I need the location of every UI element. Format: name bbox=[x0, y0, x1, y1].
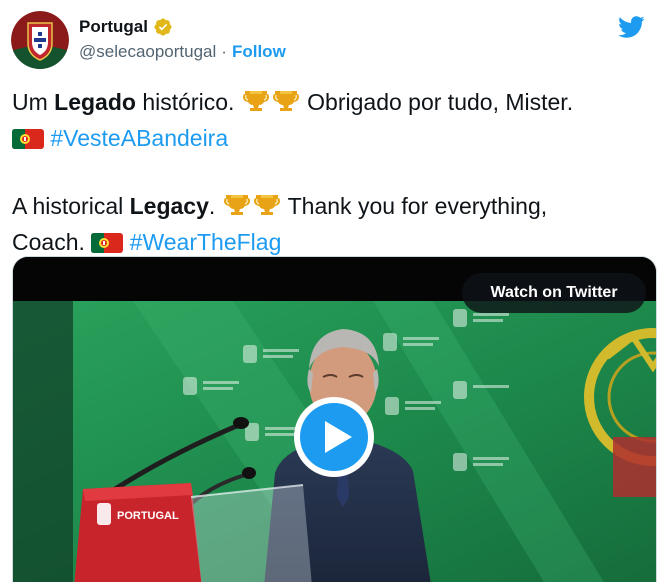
tweet-text-segment: Thank you for everything, bbox=[281, 193, 548, 219]
tweet-header: Portugal @selecaoportugal · Follow bbox=[11, 11, 651, 71]
separator-dot: · bbox=[221, 42, 227, 61]
video-player[interactable]: PORTUGAL Watch on Twitter bbox=[12, 256, 657, 582]
tweet-bold-word: Legado bbox=[54, 89, 136, 115]
display-name-row: Portugal bbox=[79, 15, 286, 39]
tweet-text: Um Legado histórico. Obrigado por tudo, … bbox=[12, 86, 652, 262]
handle-row: @selecaoportugal · Follow bbox=[79, 39, 286, 65]
watch-on-twitter-button[interactable]: Watch on Twitter bbox=[462, 273, 646, 313]
tweet-text-segment: Obrigado por tudo, Mister. bbox=[300, 89, 574, 115]
handle[interactable]: @selecaoportugal bbox=[79, 42, 216, 62]
tweet-line-3: A historical Legacy. Thank you for every… bbox=[12, 190, 652, 226]
tweet-line-1: Um Legado histórico. Obrigado por tudo, … bbox=[12, 86, 652, 122]
avatar[interactable] bbox=[11, 11, 69, 69]
tweet-card: Portugal @selecaoportugal · Follow Um Le… bbox=[0, 0, 662, 582]
twitter-bird-icon[interactable] bbox=[615, 13, 647, 41]
tweet-text-segment: A historical bbox=[12, 193, 130, 219]
account-info: Portugal @selecaoportugal · Follow bbox=[79, 15, 286, 65]
tweet-bold-word: Legacy bbox=[129, 193, 209, 219]
play-icon[interactable] bbox=[292, 395, 376, 479]
trophy-icon bbox=[222, 192, 282, 226]
hashtag-link[interactable]: #VesteABandeira bbox=[50, 125, 228, 151]
follow-button[interactable]: Follow bbox=[232, 42, 286, 62]
tweet-line-2: #VesteABandeira bbox=[12, 122, 652, 158]
podium-label: PORTUGAL bbox=[117, 510, 179, 522]
tweet-text-segment: Coach. bbox=[12, 229, 92, 255]
verified-badge-icon bbox=[154, 18, 172, 36]
hashtag-link[interactable]: #WearTheFlag bbox=[130, 229, 282, 255]
portugal-flag-icon bbox=[12, 126, 44, 158]
tweet-text-segment: histórico. bbox=[135, 89, 241, 115]
display-name[interactable]: Portugal bbox=[79, 17, 148, 37]
trophy-icon bbox=[241, 88, 301, 122]
tweet-text-segment: Um bbox=[12, 89, 55, 115]
tweet-text-segment: . bbox=[208, 193, 222, 219]
